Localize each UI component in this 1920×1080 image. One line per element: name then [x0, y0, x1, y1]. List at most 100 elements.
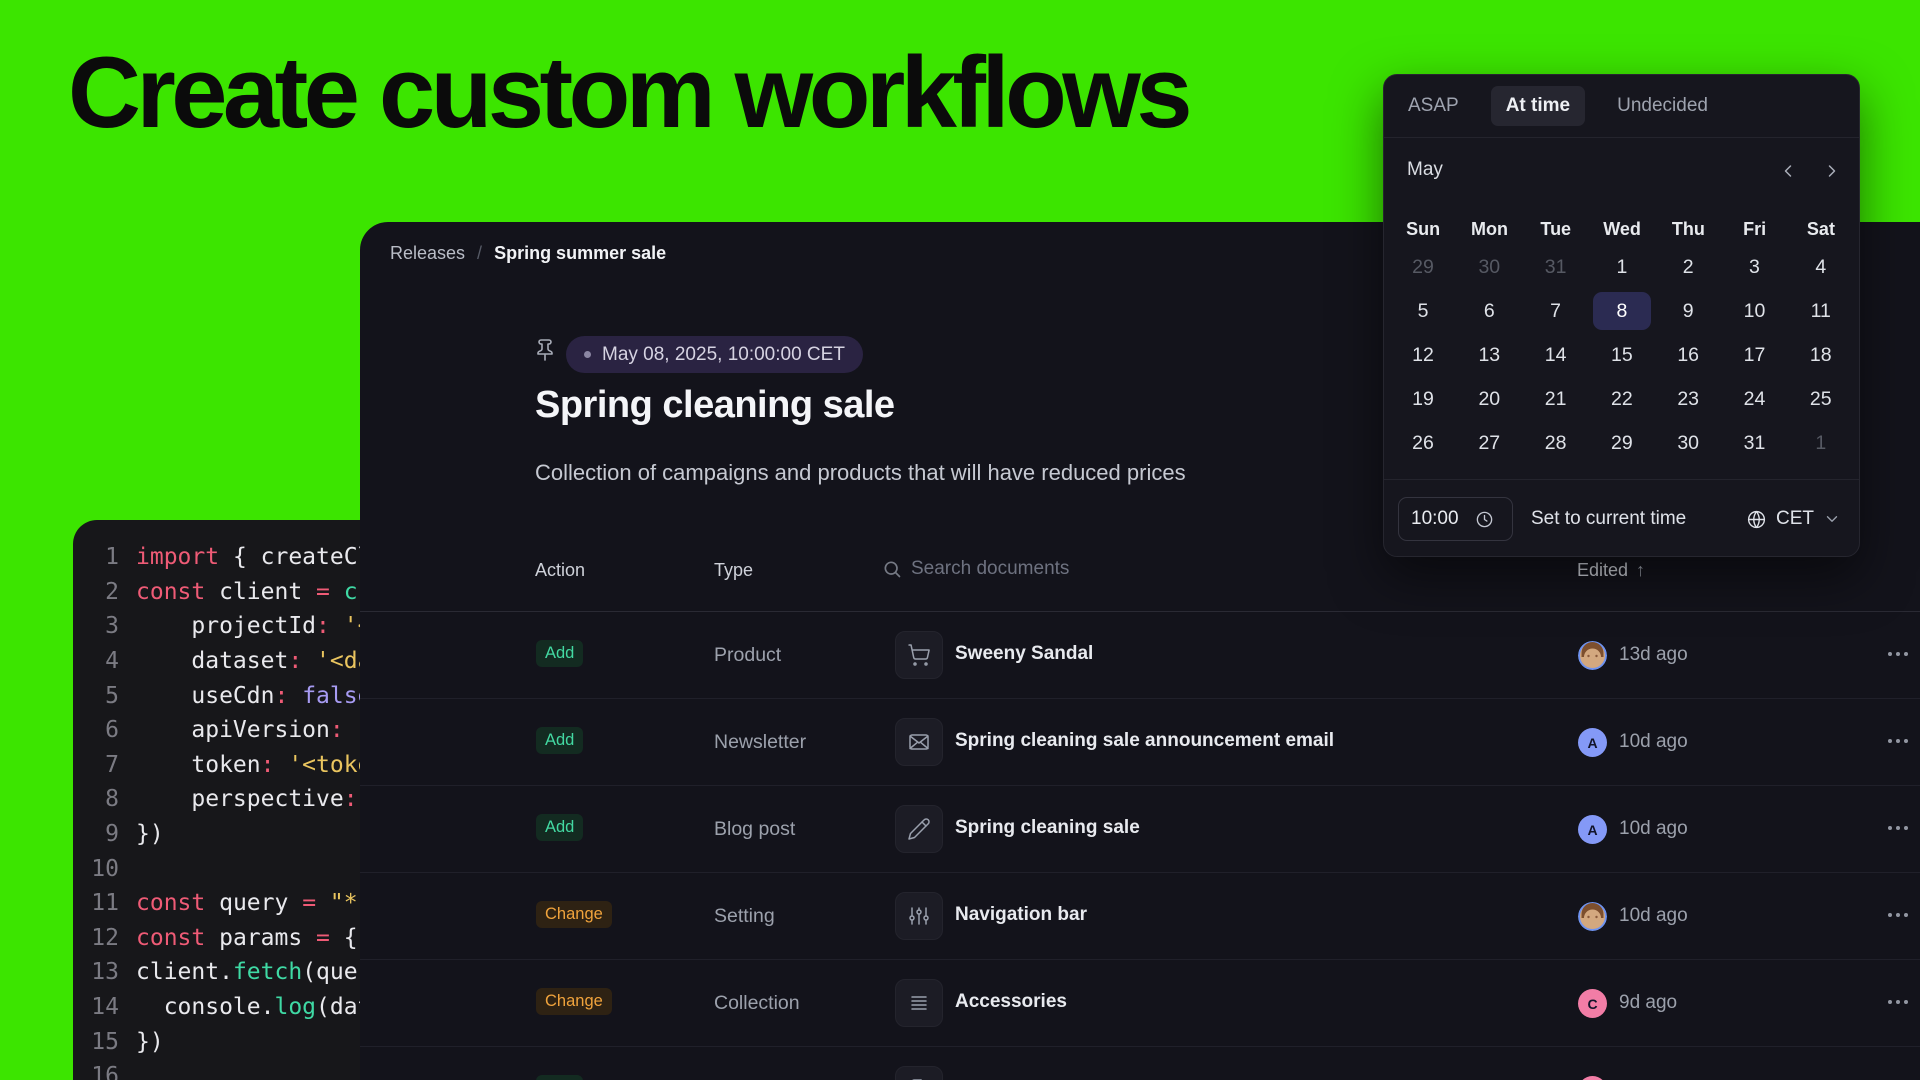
calendar-day[interactable]: 16 — [1659, 336, 1717, 374]
code-token: const — [136, 925, 219, 951]
avatar: C — [1578, 1076, 1607, 1080]
tab-at-time[interactable]: At time — [1491, 86, 1585, 126]
page-description: Collection of campaigns and products tha… — [535, 460, 1186, 486]
calendar-day[interactable]: 7 — [1527, 292, 1585, 330]
weekday-label: Sun — [1390, 213, 1456, 245]
calendar-day[interactable]: 13 — [1460, 336, 1518, 374]
line-number: 16 — [73, 1063, 119, 1080]
calendar-day[interactable]: 15 — [1593, 336, 1651, 374]
calendar-day[interactable]: 11 — [1792, 292, 1850, 330]
table-row[interactable]: Add Product Sweeny Sandal 13d ago — [360, 612, 1920, 699]
row-name: Spring cleaning sale announcement email — [955, 730, 1334, 752]
calendar-day[interactable]: 1 — [1593, 248, 1651, 286]
code-token: token — [136, 752, 261, 778]
edited-time: 9d ago — [1619, 992, 1677, 1014]
row-name: Sweeny Sandal — [955, 643, 1093, 665]
calendar-day[interactable]: 3 — [1725, 248, 1783, 286]
timezone-button[interactable]: CET — [1746, 497, 1841, 541]
calendar-day[interactable]: 29 — [1593, 424, 1651, 462]
table-row[interactable]: Add Newsletter Spring cleaning sale anno… — [360, 699, 1920, 786]
calendar-day[interactable]: 14 — [1527, 336, 1585, 374]
row-type: Newsletter — [714, 731, 806, 754]
calendar-day[interactable]: 12 — [1394, 336, 1452, 374]
avatar: C — [1578, 989, 1607, 1018]
schedule-popup: ASAP At time Undecided May Sun Mon Tue W… — [1383, 74, 1860, 557]
breadcrumb: Releases / Spring summer sale — [390, 243, 666, 264]
code-token: : — [330, 717, 344, 743]
calendar-day[interactable]: 24 — [1725, 380, 1783, 418]
calendar-day[interactable]: 2 — [1659, 248, 1717, 286]
calendar-day[interactable]: 29 — [1394, 248, 1452, 286]
calendar-day[interactable]: 21 — [1527, 380, 1585, 418]
calendar-day[interactable]: 31 — [1527, 248, 1585, 286]
calendar-day[interactable]: 22 — [1593, 380, 1651, 418]
tab-asap[interactable]: ASAP — [1408, 95, 1459, 117]
set-current-time-button[interactable]: Set to current time — [1523, 497, 1694, 541]
calendar-day[interactable]: 25 — [1792, 380, 1850, 418]
search-input[interactable] — [911, 558, 1271, 580]
calendar-day[interactable]: 10 — [1725, 292, 1783, 330]
row-menu-button[interactable] — [1888, 826, 1908, 830]
line-number: 9 — [73, 821, 119, 847]
page-headline: Create custom workflows — [68, 36, 1188, 151]
row-menu-button[interactable] — [1888, 739, 1908, 743]
chevron-left-icon — [1778, 161, 1798, 181]
avatar: A — [1578, 728, 1607, 757]
breadcrumb-releases-link[interactable]: Releases — [390, 243, 465, 264]
calendar-day[interactable]: 5 — [1394, 292, 1452, 330]
table-row[interactable]: Change Collection Accessories C 9d ago — [360, 960, 1920, 1047]
line-number: 2 — [73, 579, 119, 605]
edited-time: 10d ago — [1619, 731, 1688, 753]
edited-time: 10d ago — [1619, 818, 1688, 840]
calendar-day[interactable]: 17 — [1725, 336, 1783, 374]
schedule-badge[interactable]: May 08, 2025, 10:00:00 CET — [566, 336, 863, 373]
code-token: }) — [136, 821, 164, 847]
table-row[interactable]: Add Blog post Spring cleaning sale A 10d… — [360, 786, 1920, 873]
line-number: 4 — [73, 648, 119, 674]
calendar-day[interactable]: 27 — [1460, 424, 1518, 462]
calendar-day[interactable]: 9 — [1659, 292, 1717, 330]
row-menu-button[interactable] — [1888, 913, 1908, 917]
row-name: Accessories — [955, 991, 1067, 1013]
calendar-day[interactable]: 28 — [1527, 424, 1585, 462]
column-header-edited[interactable]: Edited ↑ — [1577, 560, 1645, 581]
tab-undecided[interactable]: Undecided — [1617, 95, 1708, 117]
calendar-day[interactable]: 1 — [1792, 424, 1850, 462]
calendar-day[interactable]: 30 — [1659, 424, 1717, 462]
calendar-grid: Sun Mon Tue Wed Thu Fri Sat 293031123456… — [1390, 213, 1855, 465]
calendar-day[interactable]: 18 — [1792, 336, 1850, 374]
weekday-label: Mon — [1456, 213, 1522, 245]
row-menu-button[interactable] — [1888, 1000, 1908, 1004]
pin-icon[interactable] — [533, 338, 557, 362]
calendar-day[interactable]: 8 — [1593, 292, 1651, 330]
code-token: dataset — [136, 648, 288, 674]
code-token: : — [261, 752, 275, 778]
page-title: Spring cleaning sale — [535, 384, 895, 427]
line-number: 3 — [73, 613, 119, 639]
calendar-day[interactable]: 6 — [1460, 292, 1518, 330]
line-number: 13 — [73, 959, 119, 985]
timezone-label: CET — [1776, 508, 1814, 530]
code-token: perspective — [136, 786, 344, 812]
weekday-label: Sat — [1788, 213, 1854, 245]
table-row[interactable]: Add Product Apparel Shirt C 9d ago — [360, 1047, 1920, 1080]
row-menu-button[interactable] — [1888, 652, 1908, 656]
documents-table: Add Product Sweeny Sandal 13d ago Add Ne… — [360, 612, 1920, 1080]
calendar-day[interactable]: 4 — [1792, 248, 1850, 286]
action-badge: Add — [536, 640, 583, 667]
code-token: = — [316, 579, 344, 605]
calendar-day[interactable]: 30 — [1460, 248, 1518, 286]
calendar-day[interactable]: 31 — [1725, 424, 1783, 462]
table-row[interactable]: Change Setting Navigation bar 10d ago — [360, 873, 1920, 960]
schedule-dot-icon — [584, 351, 591, 358]
calendar-day[interactable]: 19 — [1394, 380, 1452, 418]
weekday-label: Fri — [1721, 213, 1787, 245]
calendar-day[interactable]: 20 — [1460, 380, 1518, 418]
pencil-icon — [895, 805, 943, 853]
row-name: Navigation bar — [955, 904, 1087, 926]
time-input[interactable] — [1411, 508, 1467, 530]
next-month-button[interactable] — [1816, 155, 1848, 187]
calendar-day[interactable]: 26 — [1394, 424, 1452, 462]
calendar-day[interactable]: 23 — [1659, 380, 1717, 418]
prev-month-button[interactable] — [1772, 155, 1804, 187]
